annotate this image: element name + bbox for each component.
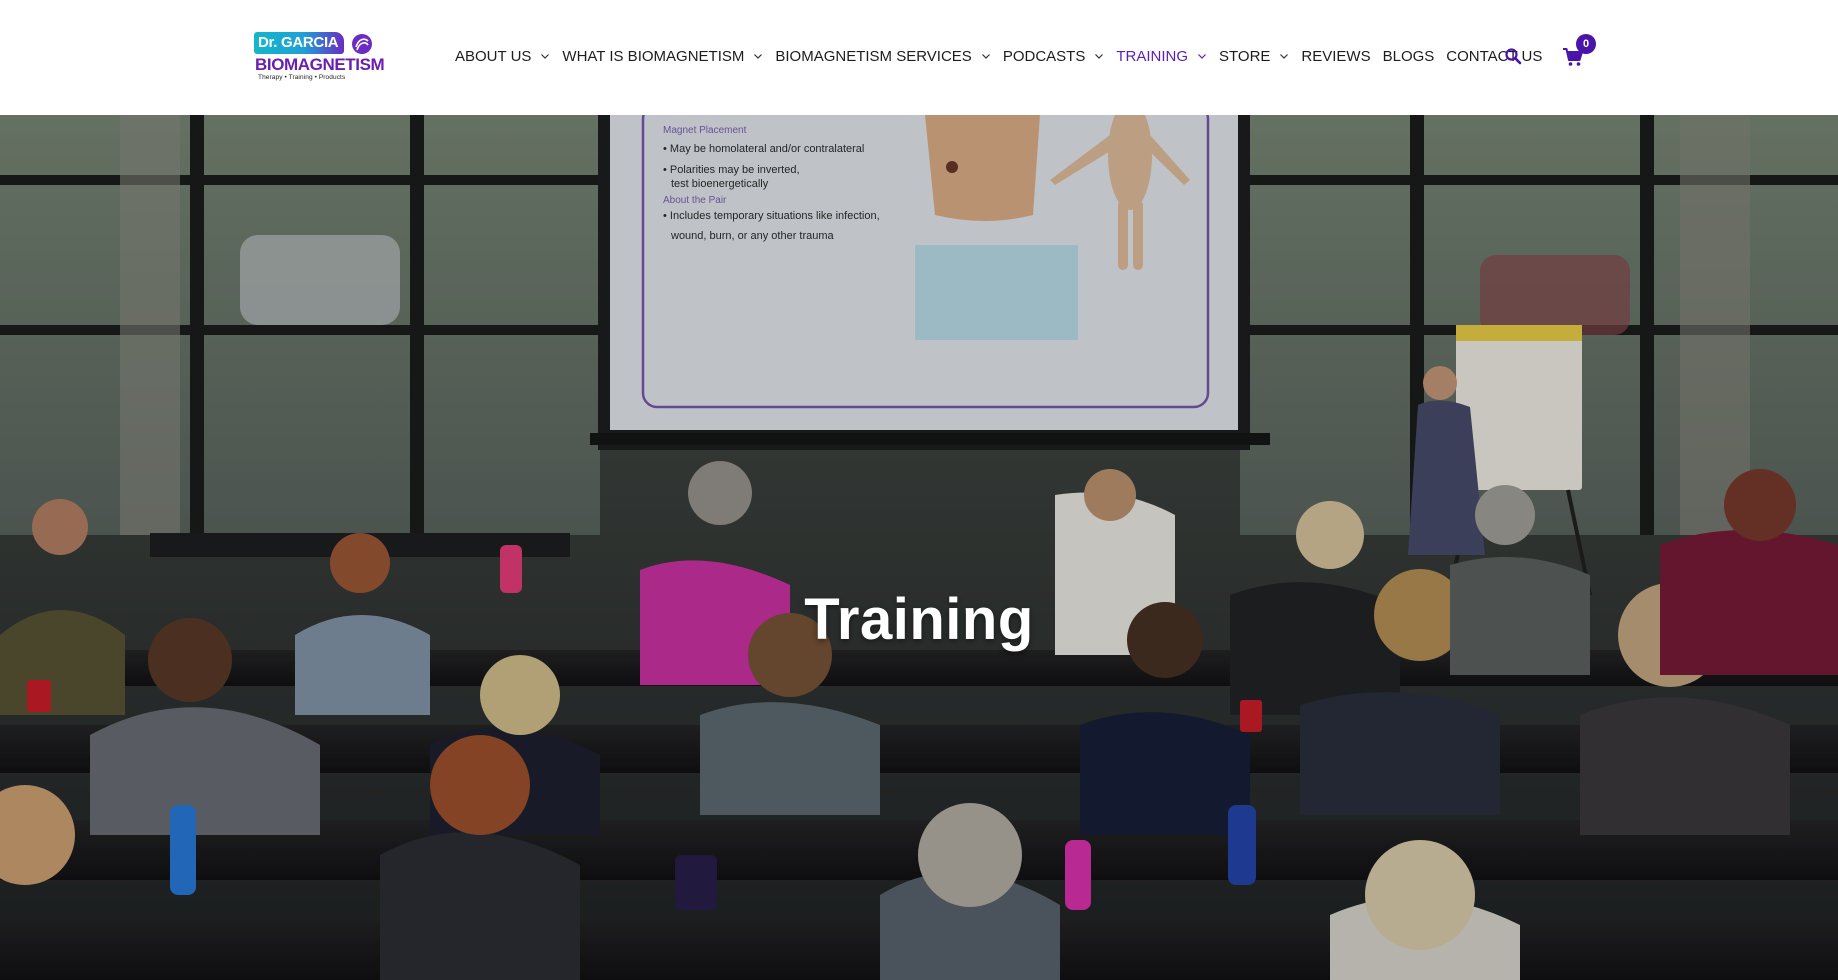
chevron-down-icon — [981, 51, 991, 61]
cart-count-badge: 0 — [1576, 34, 1596, 54]
nav-item-store[interactable]: STORE — [1219, 48, 1289, 65]
chevron-down-icon — [1197, 51, 1207, 61]
nav-item-podcasts[interactable]: PODCASTS — [1003, 48, 1105, 65]
nav-item-contact-us[interactable]: CONTACT US — [1446, 48, 1542, 65]
nav-item-what-is-biomagnetism[interactable]: WHAT IS BIOMAGNETISM — [562, 48, 763, 65]
nav-item-label: BIOMAGNETISM SERVICES — [775, 47, 972, 65]
nav-item-label: ABOUT US — [455, 47, 532, 65]
nav-item-about-us[interactable]: ABOUT US — [455, 48, 550, 65]
nav-item-label: CONTACT US — [1446, 47, 1543, 65]
nav-item-label: PODCASTS — [1002, 47, 1086, 65]
nav-item-biomagnetism-services[interactable]: BIOMAGNETISM SERVICES — [775, 48, 990, 65]
nav-item-label: STORE — [1219, 47, 1271, 65]
logo-tagline: Therapy • Training • Products — [258, 74, 346, 81]
search-icon[interactable] — [1504, 47, 1524, 67]
nav-item-reviews[interactable]: REVIEWS — [1301, 48, 1370, 65]
logo-badge: Dr. GARCIA — [254, 32, 345, 54]
nav-item-training[interactable]: TRAINING — [1116, 48, 1207, 65]
logo-swirl-icon — [352, 34, 372, 54]
site-header: Dr. GARCIA BIOMAGNETISM Therapy • Traini… — [0, 0, 1838, 115]
chevron-down-icon — [1279, 51, 1289, 61]
hero-banner: Magnet Placement • May be homolateral an… — [0, 115, 1838, 980]
main-nav: ABOUT US WHAT IS BIOMAGNETISM BIOMAGNETI… — [455, 46, 1554, 66]
hero-background-image: Magnet Placement • May be homolateral an… — [0, 115, 1838, 980]
chevron-down-icon — [1094, 51, 1104, 61]
page-title: Training — [804, 586, 1034, 652]
nav-item-blogs[interactable]: BLOGS — [1383, 48, 1435, 65]
nav-item-label: BLOGS — [1382, 47, 1435, 65]
chevron-down-icon — [753, 51, 763, 61]
nav-item-label: REVIEWS — [1301, 47, 1371, 65]
logo-brand-text: BIOMAGNETISM — [255, 55, 385, 74]
chevron-down-icon — [540, 51, 550, 61]
nav-item-label: WHAT IS BIOMAGNETISM — [562, 47, 745, 65]
nav-item-label: TRAINING — [1116, 47, 1188, 65]
site-logo[interactable]: Dr. GARCIA BIOMAGNETISM Therapy • Traini… — [254, 30, 390, 86]
